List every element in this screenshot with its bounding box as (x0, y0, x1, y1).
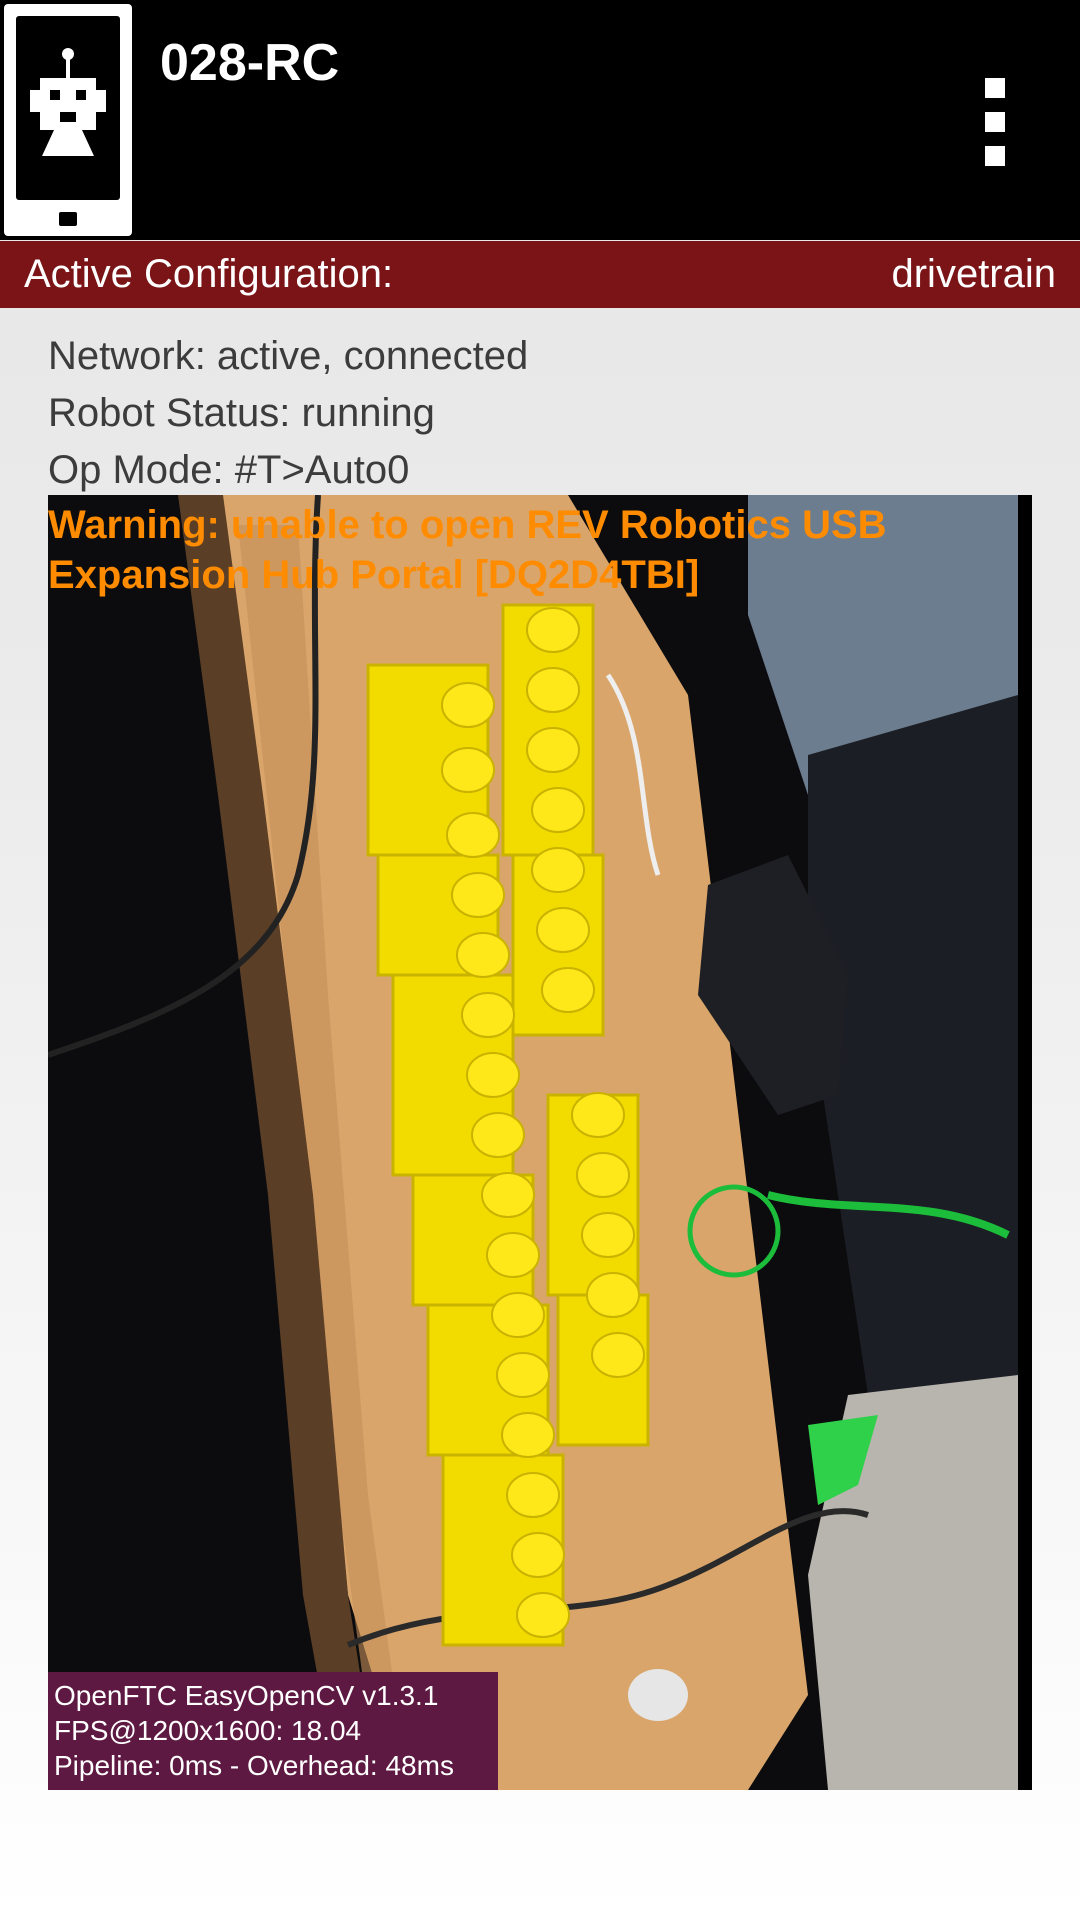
pipeline-timing: Pipeline: 0ms - Overhead: 48ms (54, 1750, 454, 1781)
easyopencv-stats-overlay: OpenFTC EasyOpenCV v1.3.1 FPS@1200x1600:… (48, 1672, 498, 1790)
phone-home-button (59, 212, 77, 226)
app-title: 028-RC (160, 34, 340, 92)
easyopencv-version: OpenFTC EasyOpenCV v1.3.1 (54, 1680, 439, 1711)
active-configuration-bar: Active Configuration: drivetrain (0, 241, 1080, 308)
robot-status: Robot Status: running (48, 391, 435, 435)
app-bar: 028-RC (0, 0, 1080, 240)
phone-screen (16, 16, 120, 200)
config-label: Active Configuration: (24, 252, 394, 296)
overflow-menu-icon[interactable] (970, 70, 1020, 170)
warning-message: Warning: unable to open REV Robotics USB… (48, 503, 887, 597)
camera-stream-view[interactable] (48, 495, 1032, 1790)
op-mode-status: Op Mode: #T>Auto0 (48, 448, 410, 492)
camera-frame-image (48, 495, 1032, 1790)
fps-readout: FPS@1200x1600: 18.04 (54, 1715, 362, 1746)
network-status: Network: active, connected (48, 334, 529, 378)
config-value: drivetrain (891, 252, 1056, 296)
robot-controller-icon (4, 4, 132, 236)
